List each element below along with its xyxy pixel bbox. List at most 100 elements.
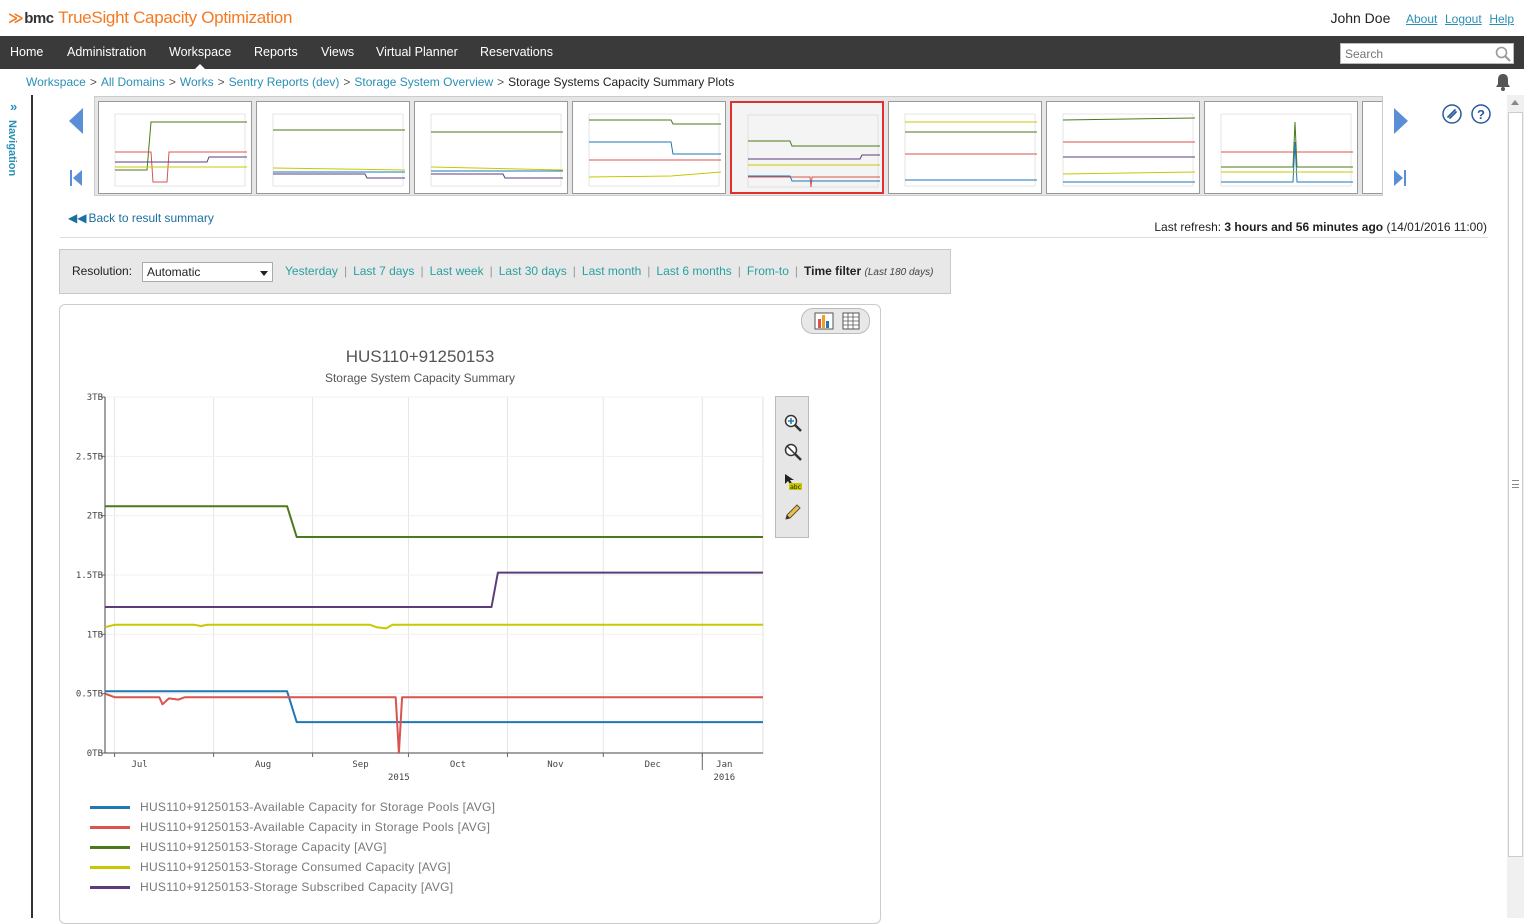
prev-page-icon[interactable] xyxy=(67,106,85,136)
time-filter-bar: Resolution: Automatic Yesterday | Last 7 d… xyxy=(59,249,951,294)
thumbnail-9[interactable] xyxy=(1362,101,1382,194)
chevron-down-icon xyxy=(260,271,268,276)
range-from-to[interactable]: From-to xyxy=(747,264,789,278)
nav-home[interactable]: Home xyxy=(10,36,43,69)
x-year-label: 2015 xyxy=(388,773,410,783)
scroll-grip-icon xyxy=(1512,480,1519,488)
divider xyxy=(60,237,1488,238)
thumbnail-6[interactable] xyxy=(888,101,1042,194)
y-tick-label: 3TB xyxy=(87,393,103,403)
nav-views[interactable]: Views xyxy=(321,36,354,69)
last-refresh-value: 3 hours and 56 minutes ago xyxy=(1224,220,1384,234)
legend-label: HUS110+91250153-Available Capacity for S… xyxy=(140,800,496,814)
range-last-30-days[interactable]: Last 30 days xyxy=(499,264,567,278)
search-icon[interactable] xyxy=(1495,46,1511,62)
svg-text:?: ? xyxy=(1477,107,1485,122)
thumbnail-1[interactable] xyxy=(98,101,252,194)
last-page-icon[interactable] xyxy=(1393,168,1407,188)
x-tick-label: Nov xyxy=(547,760,563,770)
navigation-label: Navigation xyxy=(6,120,18,177)
y-tick-label: 2TB xyxy=(87,512,103,522)
user-name: John Doe xyxy=(1330,10,1391,26)
x-tick-label: Sep xyxy=(352,760,368,770)
legend-swatch xyxy=(90,806,130,809)
nav-workspace[interactable]: Workspace xyxy=(169,36,231,69)
pencil-icon[interactable] xyxy=(783,502,803,522)
legend-label: HUS110+91250153-Storage Capacity [AVG] xyxy=(140,840,387,854)
resolution-label: Resolution: xyxy=(72,264,133,278)
thumbnail-3[interactable] xyxy=(414,101,568,194)
logout-link[interactable]: Logout xyxy=(1445,12,1482,26)
breadcrumb-storage-system-overview[interactable]: Storage System Overview xyxy=(354,75,493,89)
thumbnail-7[interactable] xyxy=(1046,101,1200,194)
table-view-icon[interactable] xyxy=(842,312,860,330)
legend-label: HUS110+91250153-Storage Subscribed Capac… xyxy=(140,880,454,894)
range-last-week[interactable]: Last week xyxy=(430,264,484,278)
x-tick-label: Oct xyxy=(450,760,466,770)
zoom-reset-icon[interactable] xyxy=(783,442,803,462)
breadcrumb-all-domains[interactable]: All Domains xyxy=(101,75,165,89)
bmc-chevron-icon: ≫ xyxy=(8,10,24,27)
y-tick-label: 0TB xyxy=(87,749,103,759)
link-settings-icon[interactable] xyxy=(1442,104,1462,124)
navigation-sidebar[interactable]: » Navigation xyxy=(0,95,33,918)
next-page-icon[interactable] xyxy=(1392,106,1410,136)
range-last-7-days[interactable]: Last 7 days xyxy=(353,264,414,278)
x-tick-label: Dec xyxy=(645,760,661,770)
main-nav: Home Administration Workspace Reports Vi… xyxy=(0,36,1524,69)
resolution-select[interactable]: Automatic xyxy=(142,262,273,282)
zoom-in-icon[interactable] xyxy=(783,413,803,433)
thumbnail-strip xyxy=(94,96,1383,196)
x-tick-label: Jan xyxy=(716,760,732,770)
x-tick-label: Jul xyxy=(131,760,147,770)
last-refresh-timestamp: (14/01/2016 11:00) xyxy=(1386,220,1487,234)
time-filter-sub: (Last 180 days) xyxy=(864,267,934,278)
chart-toolbox: abc xyxy=(775,396,809,538)
y-tick-label: 1TB xyxy=(87,630,103,640)
legend-swatch xyxy=(90,886,130,889)
range-last-month[interactable]: Last month xyxy=(582,264,641,278)
nav-virtual-planner[interactable]: Virtual Planner xyxy=(376,36,458,69)
thumbnail-2[interactable] xyxy=(256,101,410,194)
nav-reservations[interactable]: Reservations xyxy=(480,36,553,69)
breadcrumb-sentry-reports[interactable]: Sentry Reports (dev) xyxy=(229,75,340,89)
user-bar: John Doe About Logout Help xyxy=(1330,10,1514,26)
first-page-icon[interactable] xyxy=(69,168,83,188)
legend-swatch xyxy=(90,826,130,829)
thumbnail-5-selected[interactable] xyxy=(730,101,884,194)
range-yesterday[interactable]: Yesterday xyxy=(285,264,338,278)
chart-subtitle: Storage System Capacity Summary xyxy=(324,371,516,385)
bell-icon[interactable] xyxy=(1493,72,1513,92)
legend-label: HUS110+91250153-Available Capacity in St… xyxy=(140,820,491,834)
y-tick-label: 1.5TB xyxy=(76,571,103,581)
thumbnail-4[interactable] xyxy=(572,101,726,194)
legend-label: HUS110+91250153-Storage Consumed Capacit… xyxy=(140,860,451,874)
breadcrumb: Workspace > All Domains > Works > Sentry Repor… xyxy=(26,75,735,89)
y-tick-label: 0.5TB xyxy=(76,690,103,700)
chart-view-icon[interactable] xyxy=(814,312,834,330)
logo[interactable]: ≫bmc TrueSight Capacity Optimization xyxy=(8,8,292,28)
nav-reports[interactable]: Reports xyxy=(254,36,298,69)
breadcrumb-works[interactable]: Works xyxy=(180,75,214,89)
view-toggle xyxy=(801,308,870,334)
expand-icon[interactable]: » xyxy=(10,99,17,114)
nav-administration[interactable]: Administration xyxy=(67,36,146,69)
scroll-up-arrow-icon[interactable] xyxy=(1511,100,1519,105)
range-last-6-months[interactable]: Last 6 months xyxy=(656,264,731,278)
x-tick-label: Aug xyxy=(255,760,271,770)
help-icon[interactable]: ? xyxy=(1471,104,1491,124)
logo-bmc: bmc xyxy=(24,10,54,27)
search-input[interactable] xyxy=(1340,43,1514,64)
breadcrumb-current: Storage Systems Capacity Summary Plots xyxy=(508,75,735,89)
breadcrumb-workspace[interactable]: Workspace xyxy=(26,75,86,89)
about-link[interactable]: About xyxy=(1406,12,1437,26)
line-chart[interactable]: 0TB 0.5TB 1TB 1.5TB 2TB 2.5TB 3TB Jul Aug Sep Oct N… xyxy=(60,390,780,790)
y-tick-label: 2.5TB xyxy=(76,452,103,462)
logo-product-name: TrueSight Capacity Optimization xyxy=(58,8,293,27)
help-link[interactable]: Help xyxy=(1489,12,1514,26)
back-to-result-summary-link[interactable]: ◀◀ Back to result summary xyxy=(68,211,214,225)
label-tool-icon[interactable]: abc xyxy=(783,472,803,492)
svg-text:abc: abc xyxy=(790,484,801,491)
thumbnail-8[interactable] xyxy=(1204,101,1358,194)
chart-title: HUS110+91250153 xyxy=(345,347,495,366)
